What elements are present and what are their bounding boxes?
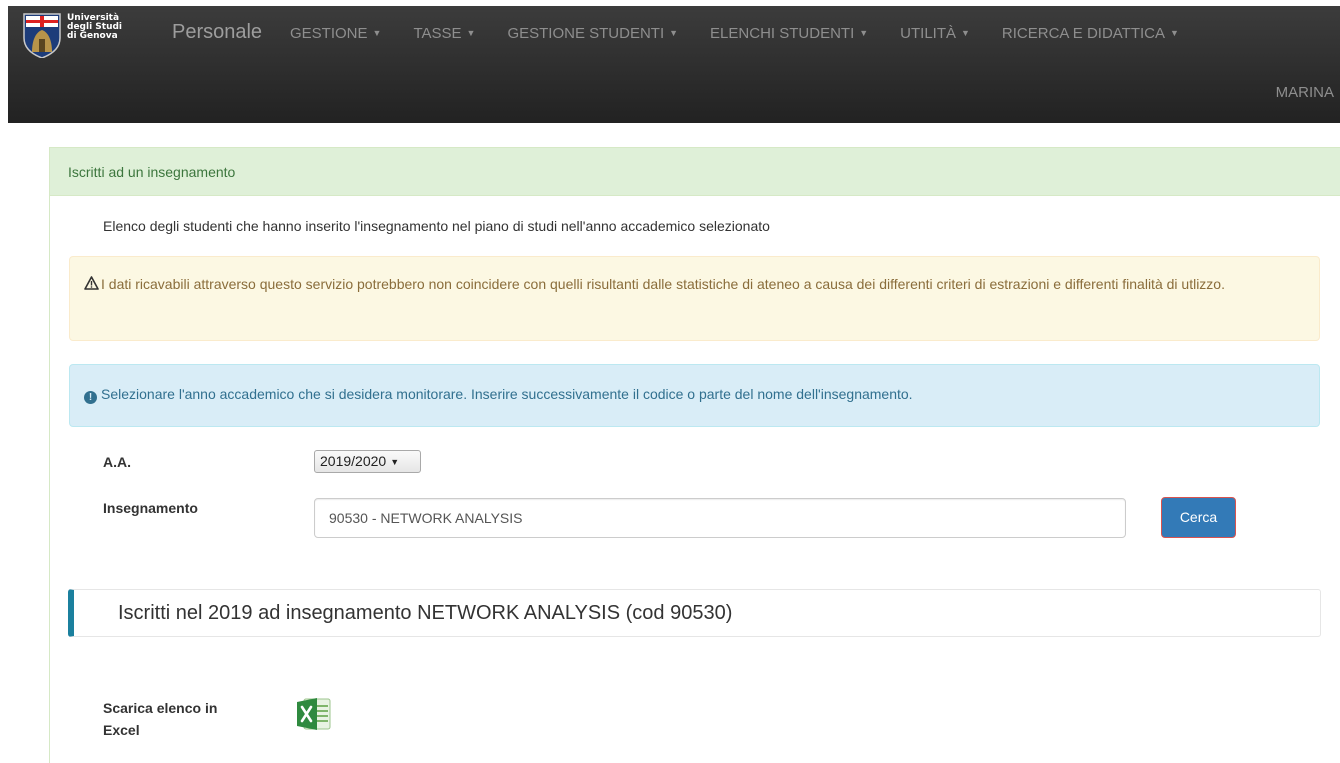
warning-text: I dati ricavabili attraverso questo serv… xyxy=(101,276,1225,292)
nav-utilita[interactable]: UTILITÀ ▼ xyxy=(900,25,970,42)
caret-down-icon: ▼ xyxy=(466,28,476,38)
caret-down-icon: ▼ xyxy=(961,28,970,38)
nav-label: UTILITÀ xyxy=(900,25,956,42)
aa-select[interactable]: 2019/2020 ▼ xyxy=(314,450,421,473)
caret-down-icon: ▼ xyxy=(372,28,382,38)
info-icon: ! xyxy=(84,391,97,404)
caret-down-icon: ▼ xyxy=(1170,28,1179,38)
university-logo[interactable]: Università degli Studi di Genova xyxy=(22,12,142,64)
nav-tasse[interactable]: TASSE ▼ xyxy=(413,25,475,42)
nav-label: ELENCHI STUDENTI xyxy=(710,25,855,42)
results-heading: Iscritti nel 2019 ad insegnamento NETWOR… xyxy=(68,589,1321,637)
download-label: Scarica elenco in Excel xyxy=(103,700,218,738)
university-crest-icon xyxy=(23,13,61,58)
user-menu[interactable]: MARINA xyxy=(1276,84,1334,101)
aa-label: A.A. xyxy=(103,454,131,470)
warning-icon xyxy=(84,276,99,290)
nav-label: TASSE xyxy=(413,25,462,42)
logo-line: di Genova xyxy=(67,31,118,41)
insegnamento-input[interactable]: 90530 - NETWORK ANALYSIS xyxy=(314,498,1126,538)
info-alert: ! Selezionare l'anno accademico che si de… xyxy=(69,364,1320,427)
panel-title: Iscritti ad un insegnamento xyxy=(50,148,1340,196)
logo-text: Università degli Studi di Genova xyxy=(67,14,122,41)
aa-select-value: 2019/2020 xyxy=(320,453,387,469)
brand-link[interactable]: Personale xyxy=(172,21,262,44)
enrolled-panel: Iscritti ad un insegnamento Elenco degli… xyxy=(49,147,1340,763)
caret-down-icon: ▼ xyxy=(859,28,869,38)
nav-ricerca-e-didattica[interactable]: RICERCA E DIDATTICA ▼ xyxy=(1002,25,1179,42)
excel-icon[interactable] xyxy=(295,695,333,733)
main-nav: GESTIONE ▼ TASSE ▼ GESTIONE STUDENTI ▼ ELEN… xyxy=(290,25,1211,42)
nav-label: GESTIONE xyxy=(290,25,368,42)
top-navbar: Università degli Studi di Genova Persona… xyxy=(8,6,1340,123)
nav-gestione-studenti[interactable]: GESTIONE STUDENTI ▼ xyxy=(507,25,678,42)
nav-elenchi-studenti[interactable]: ELENCHI STUDENTI ▼ xyxy=(710,25,868,42)
intro-text: Elenco degli studenti che hanno inserito… xyxy=(103,218,770,234)
search-button[interactable]: Cerca xyxy=(1161,497,1236,538)
nav-label: GESTIONE STUDENTI xyxy=(507,25,665,42)
info-text: Selezionare l'anno accademico che si des… xyxy=(101,386,913,402)
dropdown-arrow-icon: ▼ xyxy=(390,457,400,467)
warning-alert: I dati ricavabili attraverso questo serv… xyxy=(69,256,1320,341)
caret-down-icon: ▼ xyxy=(669,28,679,38)
nav-gestione[interactable]: GESTIONE ▼ xyxy=(290,25,381,42)
nav-label: RICERCA E DIDATTICA xyxy=(1001,25,1165,42)
insegnamento-label: Insegnamento xyxy=(103,500,198,516)
